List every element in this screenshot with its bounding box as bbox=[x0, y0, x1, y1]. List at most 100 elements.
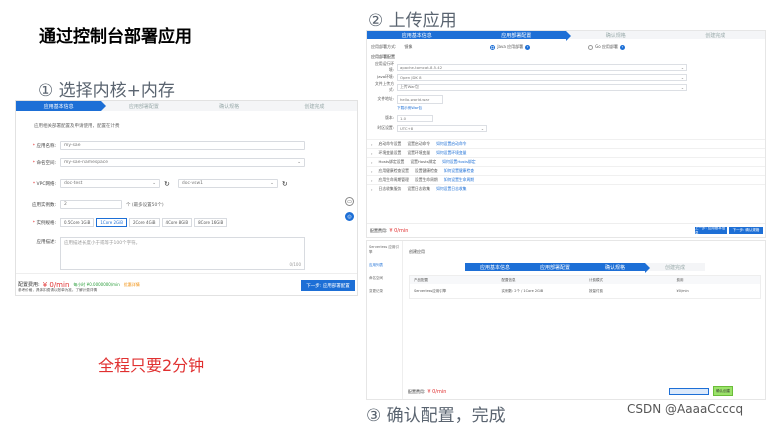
form-row: 版本: 1.0 bbox=[367, 113, 765, 123]
help-icon: ? bbox=[619, 45, 625, 50]
sidebar: Serverless 应用引擎 应用列表 命名空间 变更记录 bbox=[367, 241, 403, 399]
step3-label: ③ 确认配置，完成 bbox=[366, 406, 506, 426]
next-button[interactable]: 下一步: 确认规格 bbox=[729, 227, 763, 234]
wizard-step-4[interactable]: 创建完成 bbox=[645, 263, 705, 271]
help-icon: ? bbox=[525, 45, 531, 50]
wizard-step-4[interactable]: 创建完成 bbox=[665, 31, 765, 39]
java-env-select[interactable]: Open JDK 8 ⌄ bbox=[397, 73, 687, 81]
wizard-steps: 应用基本信息 应用部署配置 确认规格 创建完成 bbox=[367, 31, 765, 41]
collapsible-logs[interactable]: › 日志收集服务 设置日志收集 如何设置日志收集 bbox=[367, 184, 765, 193]
spec-option[interactable]: 2Core 4GiB bbox=[128, 218, 160, 227]
form-row: 文件上传方式: 上传War包 ⌄ bbox=[367, 81, 765, 92]
sidebar-item-records[interactable]: 变更记录 bbox=[367, 285, 402, 298]
chevron-right-icon: › bbox=[371, 186, 373, 192]
form-row: Java环境: Open JDK 8 ⌄ bbox=[367, 72, 765, 82]
chevron-right-icon: › bbox=[371, 177, 373, 183]
fee-bar: 配置费用: ¥ 0/min 每小时 ¥0.0000000/min 优惠详情 参考… bbox=[16, 273, 357, 295]
chevron-down-icon: ⌄ bbox=[270, 181, 274, 186]
table-row: Serverless应用引擎 实例数: 2个 / 1Core 2GiB 按量付费… bbox=[414, 288, 689, 294]
spec-option-selected[interactable]: 1Core 2GiB bbox=[96, 218, 127, 227]
confirm-button[interactable]: 确认创建 bbox=[713, 386, 733, 396]
instances-hint: 个 (最多设置50个) bbox=[126, 202, 164, 208]
chevron-down-icon: ⌄ bbox=[680, 74, 684, 80]
screenshot-confirm: Serverless 应用引擎 应用列表 命名空间 变更记录 创建应用 应用基本… bbox=[366, 240, 766, 400]
radio-java[interactable]: Java 应用部署? bbox=[490, 44, 531, 50]
wizard-step-1[interactable]: 应用基本信息 bbox=[16, 101, 107, 111]
vswitch-select[interactable]: doc-vsw1 ⌄ bbox=[177, 179, 278, 188]
spec-option[interactable]: 0.5Core 1GiB bbox=[60, 218, 95, 227]
chevron-right-icon: › bbox=[371, 168, 373, 174]
instances-stepper[interactable]: 2 bbox=[60, 200, 122, 209]
app-name-input[interactable]: my-sae bbox=[60, 141, 305, 150]
fee-price: ¥ 0/min bbox=[427, 388, 447, 395]
row-instances: 应用实例数: 2 个 (最多设置50个) bbox=[31, 200, 164, 209]
fee-bar: 配置费用: ¥ 0/min 上一步: 应用基本信息 下一步: 确认规格 bbox=[367, 223, 765, 237]
row-description: 应用描述: 应用描述长度小于或等于100个字符。 0/100 bbox=[16, 237, 305, 270]
description-textarea[interactable]: 应用描述长度小于或等于100个字符。 0/100 bbox=[60, 237, 305, 270]
help-icon[interactable]: ◎ bbox=[345, 212, 354, 221]
config-table: 产品配置 配置信息 计费模式 费用 Serverless应用引擎 实例数: 2个… bbox=[409, 275, 761, 299]
collapsible-health[interactable]: › 应用健康检查设置 设置健康检查 如何设置健康检查 bbox=[367, 166, 765, 175]
section-title: 应用部署配置 bbox=[371, 54, 395, 59]
char-count: 0/100 bbox=[289, 262, 301, 267]
runtime-select[interactable]: apache-tomcat-8.5.42 ⌄ bbox=[397, 63, 687, 71]
page-title: 创建应用 bbox=[409, 249, 425, 254]
back-button[interactable]: 上一步: 应用基本信息 bbox=[695, 226, 727, 235]
sidebar-item-namespace[interactable]: 命名空间 bbox=[367, 272, 402, 285]
wizard-step-2[interactable]: 应用部署配置 bbox=[101, 101, 187, 111]
row-vpc: * VPC网络: doc-test ⌄ ↻ doc-vsw1 ⌄ ↻ bbox=[32, 179, 288, 188]
wizard-step-1[interactable]: 应用基本信息 bbox=[367, 31, 467, 39]
collapsible-lifecycle[interactable]: › 应用生命周期管理 设置生命周期 如何设置生命周期 bbox=[367, 175, 765, 184]
radio-icon bbox=[588, 44, 594, 50]
chevron-down-icon: ⌄ bbox=[297, 160, 301, 165]
row-spec: * 实例规格: 0.5Core 1GiB 1Core 2GiB 2Core 4G… bbox=[16, 218, 228, 227]
form-row: 文件地址: hello-world.war bbox=[367, 92, 765, 106]
wizard-steps: 应用基本信息 应用部署配置 确认规格 创建完成 bbox=[465, 263, 705, 273]
chevron-down-icon: ⌄ bbox=[680, 84, 684, 90]
wizard-step-1[interactable]: 应用基本信息 bbox=[465, 263, 525, 271]
refresh-icon[interactable]: ↻ bbox=[164, 180, 170, 188]
vpc-select[interactable]: doc-test ⌄ bbox=[60, 179, 160, 188]
fee-bar: 配置费用: ¥ 0/min 确认创建 bbox=[405, 384, 765, 399]
duration-note: 全程只要2分钟 bbox=[98, 356, 205, 375]
collapsible-env[interactable]: › 环境变量设置 设置环境变量 如何设置环境变量 bbox=[367, 148, 765, 157]
download-sample-link[interactable]: 下载示例War包 bbox=[367, 106, 765, 113]
chevron-right-icon: › bbox=[371, 141, 373, 147]
chevron-down-icon: ⌄ bbox=[152, 181, 156, 186]
sidebar-item-apps[interactable]: 应用列表 bbox=[367, 259, 402, 272]
wizard-step-2[interactable]: 应用部署配置 bbox=[466, 31, 571, 41]
chevron-right-icon: › bbox=[371, 150, 373, 156]
version-input[interactable]: 1.0 bbox=[397, 114, 433, 122]
chevron-down-icon: ⌄ bbox=[480, 125, 484, 131]
wizard-step-3[interactable]: 确认规格 bbox=[566, 31, 666, 39]
wizard-step-2[interactable]: 应用部署配置 bbox=[525, 263, 585, 271]
wizard-step-3[interactable]: 确认规格 bbox=[186, 101, 272, 111]
row-app-name: * 应用名称: my-sae bbox=[16, 141, 305, 150]
form-row: 应用运行环境: apache-tomcat-8.5.42 ⌄ bbox=[367, 61, 765, 72]
form-row: 时区设置: UTC+8 ⌄ bbox=[367, 123, 765, 133]
spec-option[interactable]: 4Core 8GiB bbox=[161, 218, 193, 227]
collapsible-hosts[interactable]: › Hosts绑定设置 设置Hosts绑定 如何设置Hosts绑定 bbox=[367, 157, 765, 166]
step2-label: ② 上传应用 bbox=[368, 11, 457, 31]
refresh-icon[interactable]: ↻ bbox=[282, 180, 288, 188]
chat-icon[interactable]: ▭ bbox=[345, 197, 354, 206]
main-title: 通过控制台部署应用 bbox=[39, 27, 192, 47]
radio-icon bbox=[490, 44, 496, 50]
namespace-select[interactable]: my-sae-namespace ⌄ bbox=[60, 158, 305, 167]
info-text: 应用相关部署配置及申请使用，配置在计费 bbox=[34, 124, 120, 129]
spec-option[interactable]: 8Core 16GiB bbox=[194, 218, 228, 227]
wizard-steps: 应用基本信息 应用部署配置 确认规格 创建完成 bbox=[16, 101, 357, 111]
table-header: 产品配置 配置信息 计费模式 费用 bbox=[410, 276, 760, 284]
timezone-select[interactable]: UTC+8 ⌄ bbox=[397, 124, 487, 132]
step1-label: ① 选择内核+内存 bbox=[38, 81, 175, 101]
chevron-down-icon: ⌄ bbox=[680, 64, 684, 70]
wizard-step-4[interactable]: 创建完成 bbox=[271, 101, 357, 111]
file-upload[interactable]: hello-world.war bbox=[397, 94, 443, 104]
next-button[interactable]: 下一步: 应用部署配置 bbox=[301, 280, 355, 291]
back-button[interactable] bbox=[669, 388, 709, 395]
radio-go[interactable]: Go 应用部署? bbox=[588, 44, 625, 50]
wizard-step-3[interactable]: 确认规格 bbox=[585, 263, 650, 273]
collapsible-startup[interactable]: › 启动命令设置 设置启动命令 如何设置启动命令 bbox=[367, 139, 765, 148]
discount-link[interactable]: 优惠详情 bbox=[124, 282, 140, 288]
upload-method-select[interactable]: 上传War包 ⌄ bbox=[397, 83, 687, 91]
